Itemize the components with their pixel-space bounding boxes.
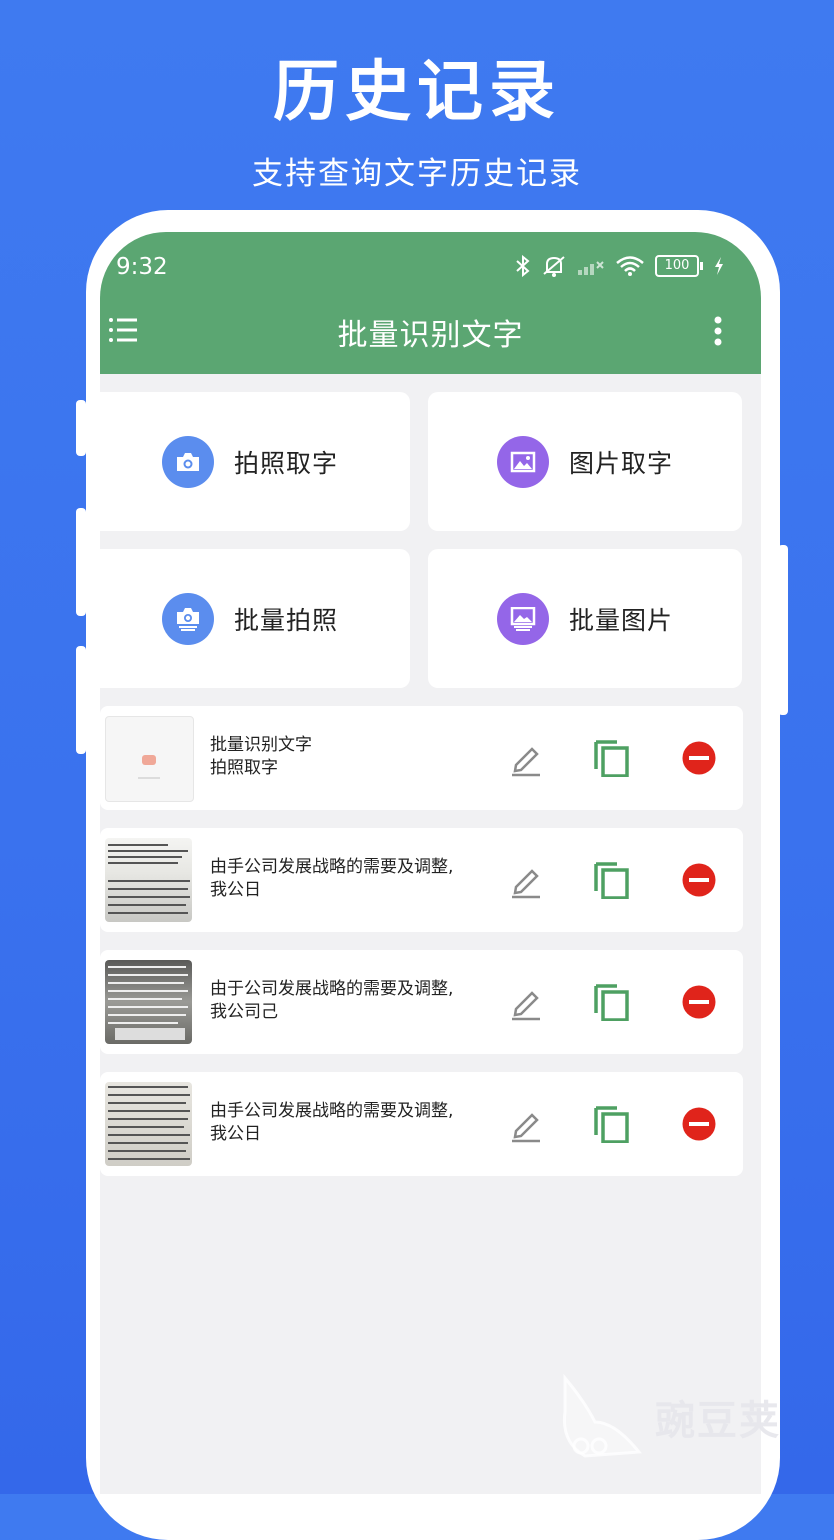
edit-icon[interactable] — [508, 739, 544, 777]
phone-side-button — [778, 545, 788, 715]
history-thumbnail[interactable] — [105, 716, 194, 802]
status-icons: 100 — [515, 254, 725, 278]
history-thumbnail[interactable] — [105, 838, 192, 922]
more-vert-icon[interactable] — [713, 316, 723, 346]
card-batch-image[interactable]: 批量图片 — [428, 549, 742, 688]
copy-icon[interactable] — [593, 1105, 629, 1143]
card-image-capture[interactable]: 图片取字 — [428, 392, 742, 531]
history-text: 由手公司发展战略的需要及调整, 我公日 — [210, 1101, 454, 1144]
copy-icon[interactable] — [593, 861, 629, 899]
bluetooth-icon — [516, 255, 530, 277]
copy-icon[interactable] — [593, 739, 629, 777]
history-row[interactable]: 由手公司发展战略的需要及调整, 我公日 — [100, 1072, 743, 1176]
mute-icon — [543, 256, 565, 277]
card-label: 图片取字 — [568, 448, 673, 478]
charging-icon — [715, 257, 723, 275]
signal-icon — [578, 261, 604, 275]
history-text: 由于公司发展战略的需要及调整, 我公司己 — [210, 979, 454, 1022]
batch-camera-icon — [161, 592, 214, 645]
card-label: 拍照取字 — [233, 448, 338, 478]
copy-icon[interactable] — [593, 983, 629, 1021]
image-icon — [496, 435, 549, 488]
app-title: 批量识别文字 — [337, 318, 524, 353]
history-text: 批量识别文字 拍照取字 — [210, 735, 312, 778]
wifi-icon — [616, 256, 644, 276]
delete-icon[interactable] — [681, 861, 717, 899]
history-thumbnail[interactable] — [105, 960, 192, 1044]
card-label: 批量拍照 — [233, 605, 338, 635]
battery-icon: 100 — [655, 255, 703, 277]
phone-screen: 9:32 100 批量识别文字 拍照取字 图片取字 批量拍照 批量图片 批量识别… — [100, 232, 761, 1494]
edit-icon[interactable] — [508, 1105, 544, 1143]
camera-icon — [161, 435, 214, 488]
history-text: 由手公司发展战略的需要及调整, 我公日 — [210, 857, 454, 900]
phone-side-button — [76, 400, 86, 456]
promo-subtitle: 支持查询文字历史记录 — [252, 156, 582, 192]
edit-icon[interactable] — [508, 861, 544, 899]
status-time: 9:32 — [116, 254, 168, 280]
watermark-text: 豌豆荚 — [655, 1398, 781, 1444]
delete-icon[interactable] — [681, 739, 717, 777]
app-bar: 9:32 100 批量识别文字 — [100, 232, 761, 374]
delete-icon[interactable] — [681, 983, 717, 1021]
card-photo-capture[interactable]: 拍照取字 — [100, 392, 410, 531]
card-batch-photo[interactable]: 批量拍照 — [100, 549, 410, 688]
delete-icon[interactable] — [681, 1105, 717, 1143]
history-row[interactable]: 批量识别文字 拍照取字 — [100, 706, 743, 810]
phone-side-button — [76, 646, 86, 754]
history-thumbnail[interactable] — [105, 1082, 192, 1166]
watermark-logo-icon — [562, 1373, 642, 1458]
history-row[interactable]: 由于公司发展战略的需要及调整, 我公司己 — [100, 950, 743, 1054]
history-row[interactable]: 由手公司发展战略的需要及调整, 我公日 — [100, 828, 743, 932]
promo-title: 历史记录 — [273, 53, 561, 130]
watermark: 豌豆荚 — [555, 1372, 781, 1462]
phone-side-button — [76, 508, 86, 616]
card-label: 批量图片 — [568, 605, 673, 635]
edit-icon[interactable] — [508, 983, 544, 1021]
batch-image-icon — [496, 592, 549, 645]
